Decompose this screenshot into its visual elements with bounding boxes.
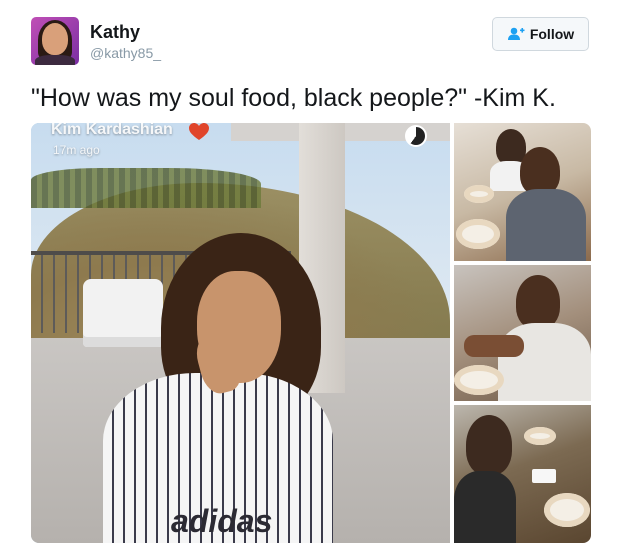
snap-timestamp: 17m ago <box>53 143 100 157</box>
thumbnail-photo-3[interactable] <box>454 405 591 543</box>
add-user-icon <box>507 27 525 41</box>
tweet-text: "How was my soul food, black people?" -K… <box>31 84 556 112</box>
author-handle[interactable]: @kathy85_ <box>90 45 161 61</box>
heart-icon <box>189 123 209 140</box>
photo-chair <box>83 279 163 347</box>
thumb-person <box>516 275 560 329</box>
thumb-plate <box>544 493 590 527</box>
author-avatar[interactable] <box>31 17 79 65</box>
thumb-plate <box>454 365 504 395</box>
thumb-plate <box>524 427 556 445</box>
main-photo[interactable]: adidas Kim Kardashian 17m ago <box>31 123 450 543</box>
thumb-shirt <box>506 189 586 261</box>
thumbnail-photo-2[interactable] <box>454 265 591 401</box>
thumb-shirt <box>454 471 516 543</box>
media-grid: adidas Kim Kardashian 17m ago <box>31 123 591 543</box>
shirt-logo: adidas <box>171 503 273 539</box>
thumb-paper <box>532 469 556 483</box>
avatar-face <box>42 23 68 55</box>
timer-icon <box>405 125 427 147</box>
author-name[interactable]: Kathy <box>90 22 140 43</box>
thumb-person <box>466 415 512 475</box>
thumb-plate <box>464 185 494 203</box>
thumb-plate <box>456 219 500 249</box>
thumb-arm <box>464 335 524 357</box>
thumb-person <box>520 147 560 195</box>
photo-trees <box>31 168 261 208</box>
thumbnail-photo-1[interactable] <box>454 123 591 261</box>
follow-button[interactable]: Follow <box>492 17 589 51</box>
snap-username: Kim Kardashian <box>51 123 173 138</box>
avatar-shirt <box>35 55 75 65</box>
follow-label: Follow <box>529 26 575 42</box>
